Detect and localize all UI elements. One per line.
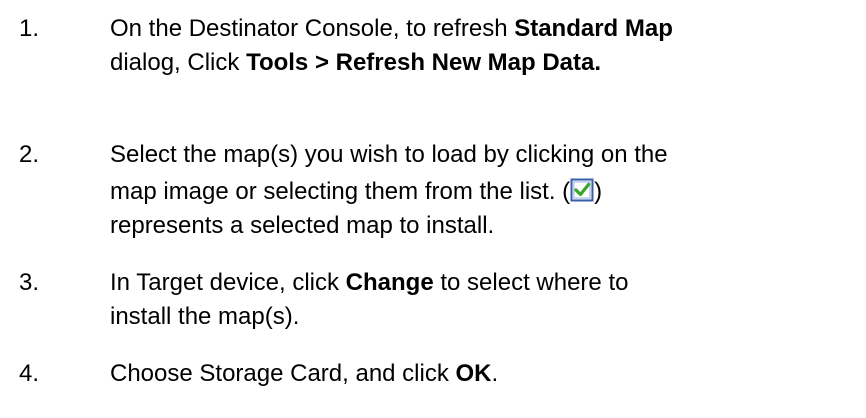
menu-path: Tools > Refresh New Map Data. (246, 49, 602, 76)
step-text: Select the map(s) you wish to load by cl… (110, 141, 668, 239)
step-number: 2. (19, 141, 40, 168)
ok-label: OK (455, 360, 492, 387)
change-label: Change (345, 269, 434, 296)
step-number: 3. (19, 269, 40, 296)
instruction-steps: 1. On the Destinator Console, to refresh… (0, 0, 866, 418)
step-number: 4. (19, 360, 40, 387)
standard-map-label: Standard Map (514, 15, 673, 42)
step-text: On the Destinator Console, to refresh St… (110, 15, 673, 76)
checked-checkbox-icon (570, 178, 594, 202)
step-number: 1. (19, 15, 40, 42)
step-text: Choose Storage Card, and click OK. (110, 360, 499, 387)
step-text: In Target device, click Change to select… (110, 269, 629, 330)
